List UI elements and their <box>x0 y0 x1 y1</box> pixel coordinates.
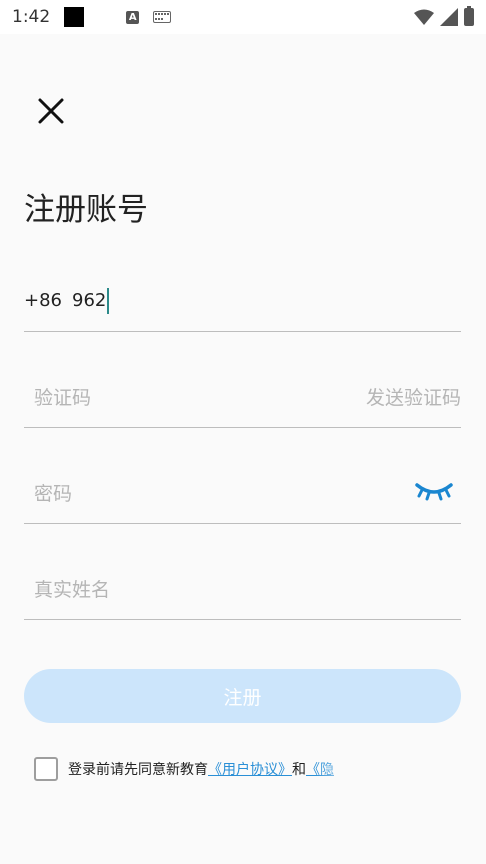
agreement-prefix: 登录前请先同意新教育 <box>68 762 208 778</box>
user-agreement-link[interactable]: 《用户协议》 <box>208 762 292 778</box>
agreement-checkbox[interactable] <box>34 757 58 781</box>
battery-icon <box>464 6 474 26</box>
privacy-policy-link[interactable]: 《隐 <box>306 762 334 778</box>
text-cursor <box>107 287 110 314</box>
real-name-field[interactable]: 真实姓名 <box>24 558 461 620</box>
a-notification-icon: A <box>126 10 140 24</box>
agreement-row: 登录前请先同意新教育《用户协议》和《隐 <box>34 757 334 781</box>
eye-closed-icon <box>415 482 453 500</box>
fade-overlay <box>315 740 486 800</box>
keyboard-icon <box>153 11 172 23</box>
agreement-and: 和 <box>292 762 306 778</box>
phone-field[interactable]: +86 962 <box>24 270 461 332</box>
real-name-input[interactable]: 真实姓名 <box>24 575 110 602</box>
close-button[interactable] <box>32 92 70 130</box>
verification-code-field[interactable]: 验证码 发送验证码 <box>24 366 461 428</box>
phone-input[interactable]: 962 <box>72 290 106 311</box>
notification-square-icon <box>64 7 85 27</box>
country-code[interactable]: +86 <box>24 290 62 311</box>
signal-icon <box>440 8 458 26</box>
page-title: 注册账号 <box>24 192 148 228</box>
status-right-group <box>414 6 474 26</box>
password-field[interactable]: 密码 <box>24 462 461 524</box>
send-code-button[interactable]: 发送验证码 <box>366 383 461 410</box>
password-input[interactable]: 密码 <box>24 479 72 506</box>
status-bar: 1:42 A <box>0 0 486 34</box>
agreement-text: 登录前请先同意新教育《用户协议》和《隐 <box>68 759 334 779</box>
wifi-icon <box>414 9 434 25</box>
verification-code-input[interactable]: 验证码 <box>24 383 91 410</box>
register-button[interactable]: 注册 <box>24 669 461 723</box>
password-visibility-toggle[interactable] <box>415 481 453 505</box>
status-time: 1:42 <box>12 7 51 27</box>
close-icon <box>38 98 64 124</box>
